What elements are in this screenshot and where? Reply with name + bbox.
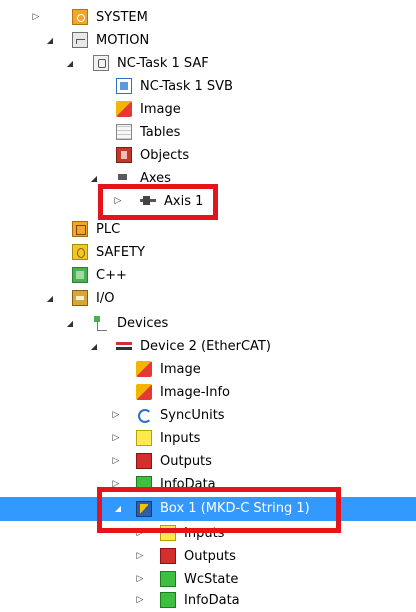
tree-item-label: Devices bbox=[117, 316, 169, 331]
tree-item-system[interactable]: ▷ SYSTEM bbox=[0, 6, 416, 29]
sync-icon bbox=[136, 407, 152, 423]
ethercat-device-icon bbox=[116, 338, 132, 354]
collapse-arrow-icon[interactable]: ◢ bbox=[44, 287, 56, 310]
tree-item-nc-task-svb[interactable]: NC-Task 1 SVB bbox=[0, 75, 416, 98]
expand-arrow-icon[interactable]: ▷ bbox=[134, 589, 146, 612]
collapse-arrow-icon[interactable]: ◢ bbox=[44, 29, 56, 52]
cpp-icon bbox=[72, 267, 88, 283]
outputs-icon bbox=[136, 453, 152, 469]
motion-icon bbox=[72, 32, 88, 48]
tree-item-motion-image[interactable]: Image bbox=[0, 98, 416, 121]
system-icon bbox=[72, 9, 88, 25]
devices-icon bbox=[93, 315, 109, 331]
task-svb-icon bbox=[116, 78, 132, 94]
infodata-icon bbox=[160, 592, 176, 608]
expand-arrow-icon[interactable]: ▷ bbox=[134, 568, 146, 591]
expand-arrow-icon[interactable]: ▷ bbox=[110, 404, 122, 427]
io-icon bbox=[72, 290, 88, 306]
tree-item-label: NC-Task 1 SVB bbox=[140, 79, 233, 94]
outputs-icon bbox=[160, 548, 176, 564]
tree-item-label: InfoData bbox=[184, 593, 240, 608]
tree-item-label: WcState bbox=[184, 572, 239, 587]
collapse-arrow-icon[interactable]: ◢ bbox=[64, 52, 76, 75]
tree-item-label: Inputs bbox=[160, 431, 201, 446]
tree-item-device-image[interactable]: Image bbox=[0, 358, 416, 381]
tree-item-label: SyncUnits bbox=[160, 408, 225, 423]
tree-item-tables[interactable]: Tables bbox=[0, 121, 416, 144]
tree-item-objects[interactable]: Objects bbox=[0, 144, 416, 167]
tree-item-device-outputs[interactable]: ▷ Outputs bbox=[0, 450, 416, 473]
tree-item-label: Outputs bbox=[160, 454, 212, 469]
tree-item-label: Device 2 (EtherCAT) bbox=[140, 339, 271, 354]
tree-item-label: Image-Info bbox=[160, 385, 231, 400]
tree-item-box-infodata[interactable]: ▷ InfoData bbox=[0, 589, 416, 612]
expand-arrow-icon[interactable]: ▷ bbox=[30, 6, 42, 29]
inputs-icon bbox=[136, 430, 152, 446]
expand-arrow-icon[interactable]: ▷ bbox=[110, 427, 122, 450]
tree-item-device-2[interactable]: ◢ Device 2 (EtherCAT) bbox=[0, 335, 416, 358]
tree-item-label: SYSTEM bbox=[96, 10, 148, 25]
tree-item-cpp[interactable]: C++ bbox=[0, 264, 416, 287]
tree-item-label: Image bbox=[160, 362, 201, 377]
tree-item-box-outputs[interactable]: ▷ Outputs bbox=[0, 545, 416, 568]
tree-item-label: SAFETY bbox=[96, 245, 145, 260]
tree-item-box-wcstate[interactable]: ▷ WcState bbox=[0, 568, 416, 591]
safety-icon bbox=[72, 244, 88, 260]
task-icon bbox=[93, 55, 109, 71]
tree-item-label: I/O bbox=[96, 291, 115, 306]
tree-item-plc[interactable]: PLC bbox=[0, 218, 416, 241]
tree-item-label: Tables bbox=[140, 125, 181, 140]
plc-icon bbox=[72, 221, 88, 237]
tree-item-motion[interactable]: ◢ MOTION bbox=[0, 29, 416, 52]
highlight-box-axis bbox=[98, 184, 218, 220]
tree-item-device-image-info[interactable]: Image-Info bbox=[0, 381, 416, 404]
tree-item-syncunits[interactable]: ▷ SyncUnits bbox=[0, 404, 416, 427]
tree-item-io[interactable]: ◢ I/O bbox=[0, 287, 416, 310]
tree-item-label: MOTION bbox=[96, 33, 150, 48]
tree-item-label: NC-Task 1 SAF bbox=[117, 56, 209, 71]
collapse-arrow-icon[interactable]: ◢ bbox=[64, 312, 76, 335]
objects-icon bbox=[116, 147, 132, 163]
highlight-box-box1 bbox=[97, 487, 341, 533]
tree-item-label: PLC bbox=[96, 222, 121, 237]
image-icon bbox=[136, 361, 152, 377]
image-icon bbox=[116, 101, 132, 117]
table-icon bbox=[116, 124, 132, 140]
tree-item-label: Outputs bbox=[184, 549, 236, 564]
tree-item-nc-task-saf[interactable]: ◢ NC-Task 1 SAF bbox=[0, 52, 416, 75]
tree-item-label: Image bbox=[140, 102, 181, 117]
tree-item-label: Objects bbox=[140, 148, 190, 163]
tree-item-device-inputs[interactable]: ▷ Inputs bbox=[0, 427, 416, 450]
tree-item-safety[interactable]: SAFETY bbox=[0, 241, 416, 264]
tree-item-devices[interactable]: ◢ Devices bbox=[0, 312, 416, 335]
expand-arrow-icon[interactable]: ▷ bbox=[110, 450, 122, 473]
collapse-arrow-icon[interactable]: ◢ bbox=[88, 335, 100, 358]
expand-arrow-icon[interactable]: ▷ bbox=[134, 545, 146, 568]
wcstate-icon bbox=[160, 571, 176, 587]
tree-item-label: C++ bbox=[96, 268, 127, 283]
image-icon bbox=[136, 384, 152, 400]
